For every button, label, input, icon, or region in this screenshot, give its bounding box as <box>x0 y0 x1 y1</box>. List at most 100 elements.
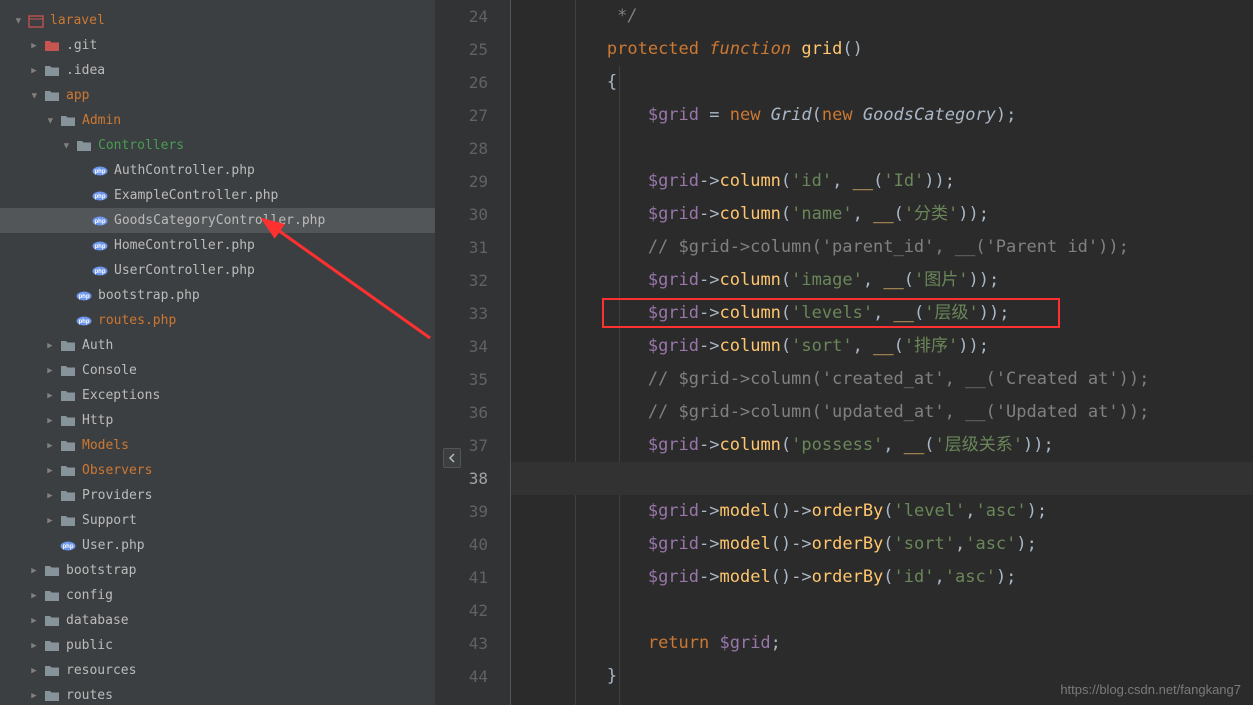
tree-file-item[interactable]: ▶phpExampleController.php <box>0 183 435 208</box>
code-line[interactable] <box>511 462 1253 495</box>
panel-collapse-button[interactable] <box>443 448 461 468</box>
code-line[interactable]: $grid->model()->orderBy('level','asc'); <box>511 495 1253 528</box>
code-line[interactable]: $grid = new Grid(new GoodsCategory); <box>511 99 1253 132</box>
tree-folder-item[interactable]: ▶.idea <box>0 58 435 83</box>
tree-file-item[interactable]: ▶phproutes.php <box>0 308 435 333</box>
code-line[interactable]: $grid->column('name', __('分类')); <box>511 198 1253 231</box>
chevron-down-icon[interactable]: ▶ <box>28 90 40 102</box>
tree-file-item[interactable]: ▶phpAuthController.php <box>0 158 435 183</box>
line-number[interactable]: 26 <box>436 66 510 99</box>
project-tree-panel[interactable]: ▶ laravel ▶.git▶.idea▶app▶Admin▶Controll… <box>0 0 436 705</box>
line-number[interactable]: 24 <box>436 0 510 33</box>
code-line[interactable]: return $grid; <box>511 627 1253 660</box>
code-line[interactable]: $grid->column('id', __('Id')); <box>511 165 1253 198</box>
tree-folder-item[interactable]: ▶Support <box>0 508 435 533</box>
tree-folder-item[interactable]: ▶config <box>0 583 435 608</box>
chevron-right-icon[interactable]: ▶ <box>28 40 40 52</box>
code-line[interactable]: { <box>511 66 1253 99</box>
line-number[interactable]: 33 <box>436 297 510 330</box>
tree-folder-item[interactable]: ▶Console <box>0 358 435 383</box>
line-number[interactable]: 36 <box>436 396 510 429</box>
project-root[interactable]: ▶ laravel <box>0 8 435 33</box>
code-line[interactable]: // $grid->column('created_at', __('Creat… <box>511 363 1253 396</box>
chevron-right-icon[interactable]: ▶ <box>28 615 40 627</box>
line-number[interactable]: 27 <box>436 99 510 132</box>
chevron-right-icon[interactable]: ▶ <box>44 365 56 377</box>
line-number[interactable]: 41 <box>436 561 510 594</box>
tree-file-item[interactable]: ▶phpHomeController.php <box>0 233 435 258</box>
code-token <box>525 633 648 653</box>
line-number[interactable]: 43 <box>436 627 510 660</box>
tree-folder-item[interactable]: ▶Http <box>0 408 435 433</box>
code-token: Grid <box>771 105 812 125</box>
line-number[interactable]: 31 <box>436 231 510 264</box>
code-content[interactable]: */ protected function grid() { $grid = n… <box>511 0 1253 705</box>
tree-folder-item[interactable]: ▶Providers <box>0 483 435 508</box>
line-number[interactable]: 40 <box>436 528 510 561</box>
line-number[interactable]: 32 <box>436 264 510 297</box>
line-gutter[interactable]: 2425262728293031323334353637383940414243… <box>436 0 511 705</box>
code-line[interactable]: $grid->column('levels', __('层级')); <box>511 297 1253 330</box>
chevron-right-icon[interactable]: ▶ <box>44 490 56 502</box>
line-number[interactable]: 44 <box>436 660 510 693</box>
chevron-right-icon[interactable]: ▶ <box>28 590 40 602</box>
tree-folder-item[interactable]: ▶Observers <box>0 458 435 483</box>
chevron-right-icon[interactable]: ▶ <box>44 465 56 477</box>
chevron-right-icon[interactable]: ▶ <box>28 665 40 677</box>
code-token: -> <box>699 567 719 587</box>
code-line[interactable]: $grid->column('possess', __('层级关系')); <box>511 429 1253 462</box>
tree-file-item[interactable]: ▶phpbootstrap.php <box>0 283 435 308</box>
code-line[interactable]: // $grid->column('parent_id', __('Parent… <box>511 231 1253 264</box>
chevron-down-icon[interactable]: ▶ <box>12 15 24 27</box>
tree-folder-item[interactable]: ▶Exceptions <box>0 383 435 408</box>
chevron-right-icon[interactable]: ▶ <box>44 440 56 452</box>
line-number[interactable]: 25 <box>436 33 510 66</box>
chevron-right-icon[interactable]: ▶ <box>28 640 40 652</box>
code-line[interactable]: $grid->column('image', __('图片')); <box>511 264 1253 297</box>
chevron-right-icon[interactable]: ▶ <box>44 415 56 427</box>
tree-file-item[interactable]: ▶phpUser.php <box>0 533 435 558</box>
code-line[interactable]: protected function grid() <box>511 33 1253 66</box>
tree-folder-item[interactable]: ▶resources <box>0 658 435 683</box>
line-number[interactable]: 30 <box>436 198 510 231</box>
chevron-right-icon[interactable]: ▶ <box>28 65 40 77</box>
tree-folder-item[interactable]: ▶routes <box>0 683 435 705</box>
chevron-down-icon[interactable]: ▶ <box>60 140 72 152</box>
line-number[interactable]: 28 <box>436 132 510 165</box>
code-line[interactable]: $grid->model()->orderBy('sort','asc'); <box>511 528 1253 561</box>
chevron-right-icon[interactable]: ▶ <box>28 690 40 702</box>
tree-folder-item[interactable]: ▶database <box>0 608 435 633</box>
tree-folder-item[interactable]: ▶app <box>0 83 435 108</box>
folder-icon <box>44 689 60 703</box>
tree-folder-item[interactable]: ▶Admin <box>0 108 435 133</box>
tree-folder-item[interactable]: ▶Controllers <box>0 133 435 158</box>
tree-folder-item[interactable]: ▶Models <box>0 433 435 458</box>
line-number[interactable]: 35 <box>436 363 510 396</box>
code-line[interactable]: $grid->column('sort', __('排序')); <box>511 330 1253 363</box>
code-editor[interactable]: 2425262728293031323334353637383940414243… <box>436 0 1253 705</box>
tree-file-item[interactable]: ▶phpGoodsCategoryController.php <box>0 208 435 233</box>
code-line[interactable]: // $grid->column('updated_at', __('Updat… <box>511 396 1253 429</box>
chevron-down-icon[interactable]: ▶ <box>44 115 56 127</box>
code-line[interactable]: */ <box>511 0 1253 33</box>
code-line[interactable] <box>511 132 1253 165</box>
chevron-right-icon[interactable]: ▶ <box>44 340 56 352</box>
chevron-right-icon[interactable]: ▶ <box>44 390 56 402</box>
tree-file-item[interactable]: ▶phpUserController.php <box>0 258 435 283</box>
line-number[interactable]: 39 <box>436 495 510 528</box>
chevron-right-icon[interactable]: ▶ <box>28 565 40 577</box>
code-token: 'name' <box>791 204 852 224</box>
code-token: $grid <box>648 534 699 554</box>
code-token: orderBy <box>812 534 884 554</box>
line-number[interactable]: 29 <box>436 165 510 198</box>
tree-folder-item[interactable]: ▶bootstrap <box>0 558 435 583</box>
line-number[interactable]: 42 <box>436 594 510 627</box>
tree-folder-item[interactable]: ▶Auth <box>0 333 435 358</box>
code-line[interactable] <box>511 594 1253 627</box>
tree-folder-item[interactable]: ▶.git <box>0 33 435 58</box>
chevron-right-icon[interactable]: ▶ <box>44 515 56 527</box>
tree-folder-item[interactable]: ▶public <box>0 633 435 658</box>
code-line[interactable]: $grid->model()->orderBy('id','asc'); <box>511 561 1253 594</box>
line-number[interactable]: 34 <box>436 330 510 363</box>
tree-item-label: AuthController.php <box>114 163 255 178</box>
